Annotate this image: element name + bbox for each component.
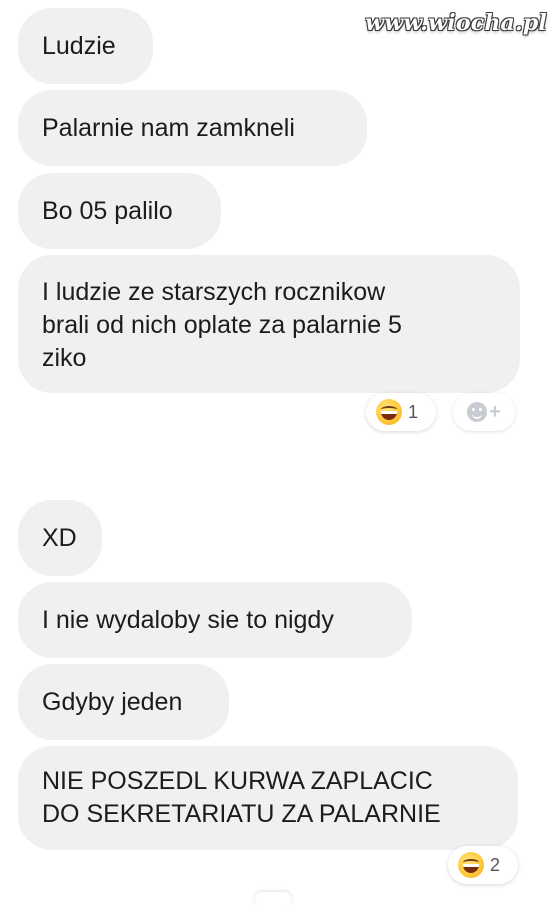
message-bubble[interactable]: Palarnie nam zamkneli <box>18 90 367 166</box>
reaction-badge[interactable]: 1 <box>366 393 436 431</box>
message-text-line: NIE POSZEDL KURWA ZAPLACIC <box>42 767 433 795</box>
message-bubble[interactable]: XD <box>18 500 102 576</box>
message-text: Ludzie <box>42 31 116 60</box>
message-bubble[interactable]: Bo 05 palilo <box>18 173 221 249</box>
watermark-logo: www.wiocha.pl <box>365 10 547 36</box>
message-text: Bo 05 palilo <box>42 196 173 225</box>
message-text-line: brali od nich oplate za palarnie 5 <box>42 311 402 339</box>
message-text-line: I ludzie ze starszych rocznikow <box>42 278 386 306</box>
message-text: Gdyby jeden <box>42 687 183 716</box>
message-text-line: DO SEKRETARIATU ZA PALARNIE <box>42 800 441 828</box>
add-reaction-icon <box>467 402 488 422</box>
laughing-face-icon <box>458 852 484 878</box>
reaction-count: 2 <box>490 854 501 875</box>
message-bubble[interactable]: I ludzie ze starszych rocznikow brali od… <box>18 255 520 393</box>
laughing-face-icon <box>376 399 402 425</box>
message-bubble[interactable]: NIE POSZEDL KURWA ZAPLACIC DO SEKRETARIA… <box>18 746 518 850</box>
message-text: Palarnie nam zamkneli <box>42 113 295 142</box>
message-bubble[interactable]: Gdyby jeden <box>18 664 229 740</box>
message-text-line: ziko <box>42 344 87 372</box>
reaction-count: 1 <box>408 401 419 422</box>
reaction-badge-partial <box>255 892 291 906</box>
plus-icon: + <box>489 401 501 423</box>
message-text: I nie wydaloby sie to nigdy <box>42 605 334 634</box>
reaction-badge[interactable]: 2 <box>448 846 518 884</box>
message-bubble[interactable]: Ludzie <box>18 8 153 84</box>
add-reaction-button[interactable]: + <box>453 393 515 431</box>
message-text: XD <box>42 523 77 552</box>
message-bubble[interactable]: I nie wydaloby sie to nigdy <box>18 582 412 658</box>
